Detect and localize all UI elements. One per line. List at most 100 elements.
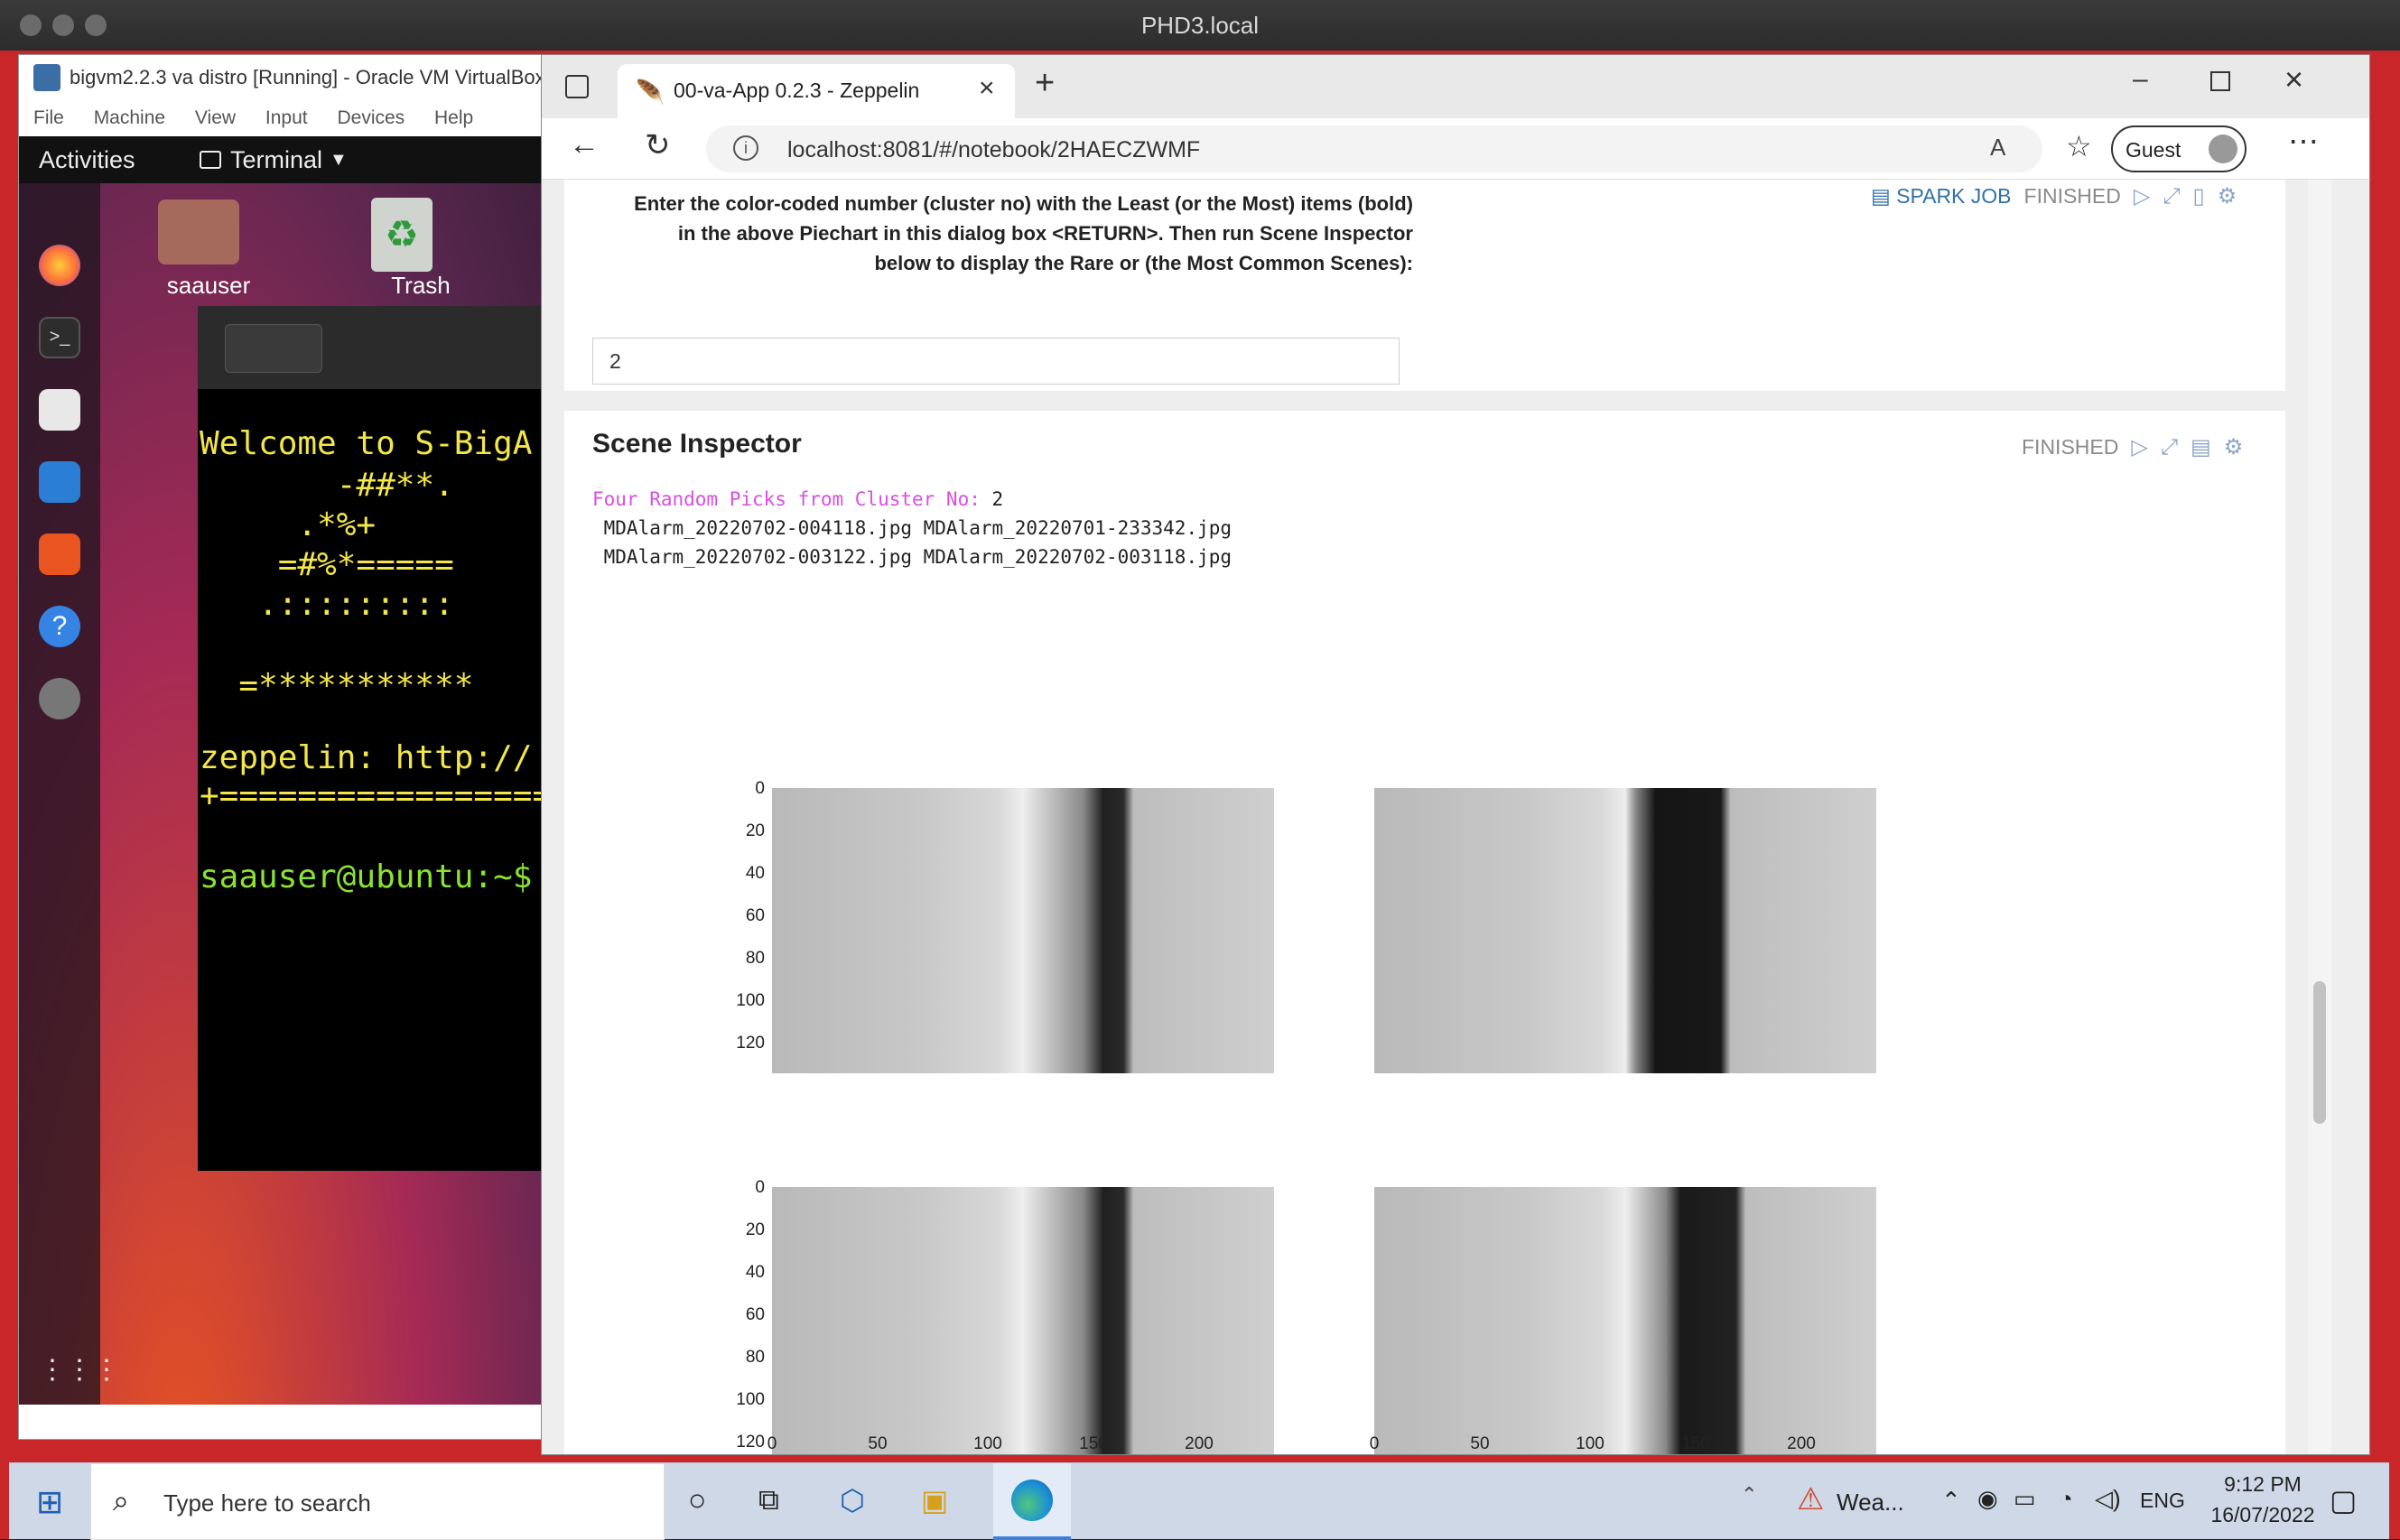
instruction-line: below to display the Rare or (the Most C… — [874, 252, 1413, 274]
task-view-icon[interactable]: ⧉ — [758, 1483, 779, 1517]
more-icon[interactable]: ⋯ — [2288, 124, 2319, 160]
terminal-dock-icon[interactable]: >_ — [39, 317, 80, 358]
virtualbox-taskbar-icon[interactable]: ⬡ — [840, 1483, 865, 1517]
run-icon[interactable]: ▷ — [2134, 183, 2150, 209]
trash-label: Trash — [391, 272, 451, 299]
spark-job-link[interactable]: ▤ SPARK JOB — [1871, 184, 2012, 209]
y-tick: 100 — [736, 991, 765, 1010]
app-grid-icon[interactable]: ⋮⋮⋮ — [39, 1350, 120, 1391]
x-tick: 150 — [1681, 1434, 1710, 1453]
clock-time[interactable]: 9:12 PM — [2209, 1472, 2317, 1497]
menu-devices[interactable]: Devices — [337, 107, 405, 128]
writer-icon[interactable] — [39, 461, 80, 503]
menu-help[interactable]: Help — [434, 107, 473, 128]
menu-input[interactable]: Input — [265, 107, 308, 128]
file-names-line: MDAlarm_20220702-003122.jpg MDAlarm_2022… — [592, 546, 1233, 568]
home-folder-icon[interactable] — [158, 199, 239, 264]
notifications-icon[interactable]: ▢ — [2330, 1483, 2357, 1517]
tab-bar: 🪶 00-va-App 0.2.3 - Zeppelin × + – × — [542, 55, 2369, 118]
instruction-line: in the above Piechart in this dialog box… — [677, 222, 1413, 245]
ubuntu-top-bar: Activities Terminal ▼ — [19, 136, 561, 183]
hide-editor-icon[interactable]: ▯ — [2193, 183, 2205, 209]
refresh-icon[interactable]: ↻ — [645, 127, 671, 163]
edge-icon — [1011, 1480, 1053, 1521]
avatar — [2209, 135, 2237, 163]
zeppelin-favicon: 🪶 — [636, 79, 665, 106]
scene-image — [1374, 1187, 1876, 1454]
x-tick: 50 — [868, 1434, 888, 1453]
run-icon[interactable]: ▷ — [2131, 434, 2147, 460]
scrollbar[interactable] — [2308, 180, 2331, 1454]
search-placeholder: Type here to search — [163, 1489, 371, 1517]
cortana-icon[interactable]: ○ — [688, 1483, 707, 1518]
url-text: localhost:8081/#/notebook/2HAECZWMF — [787, 137, 1201, 162]
close-window-icon[interactable]: × — [2284, 60, 2303, 98]
close-light[interactable] — [20, 14, 42, 36]
gear-icon[interactable]: ⚙ — [2224, 434, 2244, 460]
scrollbar-thumb[interactable] — [2313, 981, 2326, 1124]
read-aloud-icon[interactable]: A — [1990, 134, 2005, 162]
menu-view[interactable]: View — [195, 107, 236, 128]
y-tick: 120 — [736, 1433, 765, 1452]
weather-label[interactable]: Wea... — [1837, 1489, 1904, 1517]
gear-icon[interactable]: ⚙ — [2218, 183, 2237, 209]
taskbar-search[interactable]: ⌕ Type here to search — [90, 1463, 665, 1540]
expand-icon[interactable]: ⤢ — [2163, 184, 2180, 209]
files-icon[interactable] — [39, 389, 80, 431]
new-tab-icon[interactable]: + — [1035, 64, 1055, 103]
spark-job-label: SPARK JOB — [1896, 184, 2012, 208]
terminal-app-menu[interactable]: Terminal ▼ — [200, 136, 348, 183]
wifi-icon[interactable]: ◔ — [2059, 1485, 2073, 1513]
volume-icon[interactable]: ◁) — [2095, 1485, 2121, 1513]
edge-taskbar-button[interactable] — [993, 1463, 1071, 1540]
firefox-icon[interactable] — [39, 245, 80, 286]
meet-icon[interactable]: ◉ — [1977, 1485, 1998, 1513]
edge-browser-window: 🪶 00-va-App 0.2.3 - Zeppelin × + – × ← ↻… — [541, 54, 2370, 1455]
activities-button[interactable]: Activities — [39, 136, 135, 183]
y-tick: 20 — [745, 1220, 765, 1239]
minimize-light[interactable] — [52, 14, 74, 36]
random-picks-line: Four Random Picks from Cluster No: 2 — [592, 488, 1003, 510]
tray-chevron-icon[interactable]: ⌃ — [1941, 1487, 1961, 1515]
terminal-window[interactable]: Welcome to S-BigA -##**. .*%+ =#%*===== … — [198, 306, 561, 1171]
favorites-icon[interactable]: ☆ — [2066, 129, 2092, 163]
new-tab-button[interactable] — [225, 324, 322, 373]
zoom-light[interactable] — [85, 14, 107, 36]
paragraph-controls: ▤ SPARK JOB FINISHED ▷ ⤢ ▯ ⚙ — [1871, 183, 2237, 209]
minimize-icon[interactable]: – — [2133, 64, 2148, 95]
software-icon[interactable] — [39, 533, 80, 575]
profile-button[interactable]: Guest — [2111, 125, 2247, 172]
back-icon[interactable]: ← — [569, 127, 600, 162]
paragraph-title: Scene Inspector — [592, 429, 802, 459]
caret-down-icon: ▼ — [330, 150, 348, 170]
expand-icon[interactable]: ⤢ — [2161, 435, 2178, 460]
book-icon[interactable]: ▤ — [2191, 434, 2211, 460]
settings-icon[interactable] — [39, 678, 80, 719]
vm-taskbar-icon[interactable]: ▣ — [921, 1483, 948, 1517]
language-indicator[interactable]: ENG — [2140, 1489, 2185, 1513]
cluster-number-value: 2 — [609, 349, 621, 373]
maximize-icon[interactable] — [2210, 71, 2230, 91]
warning-icon[interactable]: ⚠ — [1797, 1481, 1824, 1517]
clock-date[interactable]: 16/07/2022 — [2200, 1503, 2326, 1527]
windows-start-icon[interactable]: ⊞ — [36, 1483, 63, 1521]
tab-title: 00-va-App 0.2.3 - Zeppelin — [674, 79, 920, 102]
menu-file[interactable]: File — [33, 107, 64, 128]
trash-icon[interactable]: ♻ — [371, 198, 433, 272]
ubuntu-dock: >_ ? ⋮⋮⋮ — [19, 183, 120, 1405]
battery-icon[interactable]: ▭ — [2014, 1485, 2036, 1513]
x-tick: 150 — [1079, 1434, 1108, 1453]
close-tab-icon[interactable]: × — [979, 73, 995, 104]
mac-window-title: PHD3.local — [1140, 12, 1260, 39]
menu-machine[interactable]: Machine — [94, 107, 165, 128]
terminal-line: +================= — [200, 777, 553, 814]
x-tick: 50 — [1470, 1434, 1490, 1453]
tab-zeppelin[interactable]: 🪶 00-va-App 0.2.3 - Zeppelin × — [618, 64, 1015, 118]
scroll-arrows-icon[interactable]: ⌃ — [1741, 1483, 1757, 1507]
url-field[interactable]: i localhost:8081/#/notebook/2HAECZWMF A — [706, 125, 2042, 172]
help-icon[interactable]: ? — [39, 606, 80, 647]
cluster-number-input[interactable]: 2 — [592, 338, 1400, 385]
vbox-menubar: File Machine View Input Devices Help — [19, 100, 561, 136]
info-icon[interactable]: i — [733, 135, 758, 161]
tab-actions-icon[interactable] — [565, 75, 589, 98]
